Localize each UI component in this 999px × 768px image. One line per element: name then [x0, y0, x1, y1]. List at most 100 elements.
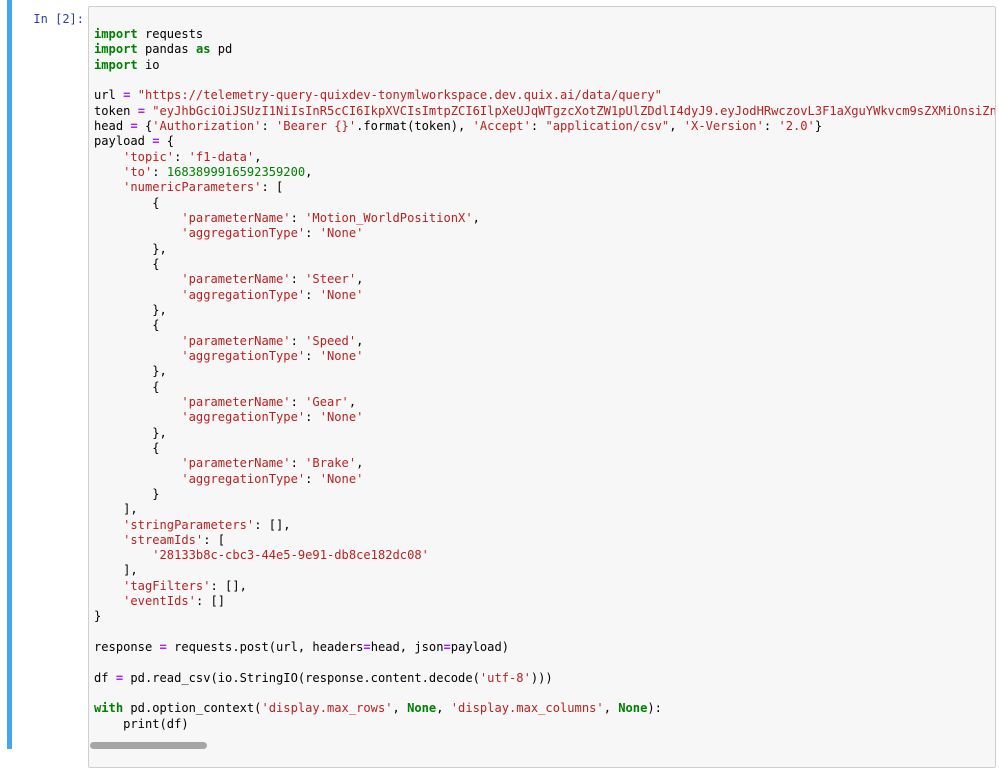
code-token: requests — [137, 27, 204, 41]
code-token-str: 'Gear' — [305, 394, 349, 409]
code-line: 'streamIds': [ — [94, 533, 995, 548]
code-token: payload — [94, 134, 153, 149]
code-line: { — [94, 318, 995, 333]
code-token: : — [305, 287, 320, 302]
code-token: .format(token), — [356, 118, 473, 133]
code-token: url — [94, 88, 124, 103]
code-token: } — [814, 118, 823, 133]
code-token-str: 'Steer' — [305, 272, 357, 287]
code-token: , — [603, 701, 619, 716]
code-token: : — [152, 164, 167, 179]
code-token-str: 'Authorization' — [152, 118, 262, 133]
code-token: : — [290, 333, 306, 348]
code-token-str: 'tagFilters' — [123, 578, 211, 593]
code-token: : — [174, 149, 189, 164]
code-token: : — [530, 118, 546, 133]
code-token-str: 'numericParameters' — [123, 180, 262, 195]
code-line: token = "eyJhbGciOiJSUzI1NiIsInR5cCI6Ikp… — [94, 103, 996, 119]
notebook-code-cell[interactable]: In [2]: import requests import pandas as … — [0, 0, 999, 768]
code-token-str: 'f1-data' — [188, 149, 255, 164]
code-token-str: 'parameterName' — [181, 333, 291, 348]
code-line: 'parameterName': 'Gear', — [94, 394, 995, 410]
code-line: 'aggregationType': 'None' — [94, 226, 995, 241]
code-token-str: '28133b8c-cbc3-44e5-9e91-db8ce182dc08' — [152, 548, 429, 563]
code-token: pd.read_csv(io.StringIO(response.content… — [123, 670, 480, 685]
code-token: : — [290, 272, 306, 287]
code-token-op: = — [152, 134, 160, 149]
code-token-str: 'parameterName' — [181, 272, 291, 287]
code-token: }, — [94, 302, 167, 317]
code-token-str: "application/csv" — [545, 118, 670, 133]
code-token: }, — [94, 425, 167, 440]
code-line: '28133b8c-cbc3-44e5-9e91-db8ce182dc08' — [94, 548, 995, 563]
code-token: : — [763, 118, 779, 133]
code-line: { — [94, 256, 995, 272]
code-token-str: 'Motion_WorldPositionX' — [305, 210, 473, 225]
code-token-kw: import — [94, 57, 138, 72]
code-line: { — [94, 195, 995, 211]
code-line: 'topic': 'f1-data', — [94, 149, 995, 165]
code-line: 'parameterName': 'Brake', — [94, 456, 995, 471]
code-token: }, — [94, 241, 167, 256]
code-token-str: 'None' — [319, 410, 364, 425]
code-token: : — [290, 394, 306, 409]
code-token: : [], — [210, 578, 247, 593]
code-line: head = {'Authorization': 'Bearer {}'.for… — [94, 118, 995, 134]
code-token-str: 'aggregationType' — [181, 287, 306, 302]
code-token-str: 'stringParameters' — [123, 517, 255, 532]
code-token-kw: import — [94, 42, 138, 57]
code-line: }, — [94, 364, 995, 379]
code-token-op: = — [363, 640, 371, 655]
code-token: pd — [210, 42, 233, 57]
code-token: io — [137, 57, 160, 72]
code-text[interactable]: import requests import pandas as pd import… — [94, 27, 996, 732]
code-token: { — [94, 256, 160, 271]
code-line: 'parameterName': 'Motion_WorldPositionX'… — [94, 210, 995, 226]
code-token-str: "eyJhbGciOiJSUzI1NiIsInR5cCI6IkpXVCIsImt… — [152, 103, 996, 118]
code-token: : — [290, 456, 306, 471]
code-line: 'eventIds': [] — [94, 594, 995, 609]
code-line: }, — [94, 241, 995, 257]
horizontal-scrollbar[interactable] — [90, 742, 207, 749]
code-token: (df) — [159, 716, 189, 731]
code-token: { — [94, 318, 160, 333]
code-token-str: "https://telemetry-query-quixdev-tonymlw… — [137, 88, 662, 103]
code-line: import pandas as pd — [94, 42, 995, 57]
code-token-str: '2.0' — [778, 118, 815, 133]
code-token: df — [94, 670, 116, 685]
code-token: head, json — [370, 640, 444, 655]
code-token: }, — [94, 364, 167, 379]
code-token: , — [472, 210, 480, 225]
code-line: 'stringParameters': [], — [94, 517, 995, 533]
code-line: ], — [94, 563, 995, 578]
code-line: { — [94, 379, 995, 395]
code-token-str: 'None' — [319, 348, 364, 363]
code-token: , — [348, 394, 357, 409]
code-token: : — [305, 226, 320, 241]
code-token: { — [94, 195, 160, 210]
code-token: print — [123, 716, 160, 731]
code-token-str: 'Brake' — [305, 456, 357, 471]
code-line: }, — [94, 425, 995, 441]
code-line: ], — [94, 502, 995, 517]
code-editor[interactable]: import requests import pandas as pd import… — [88, 6, 996, 768]
code-token-str: 'Speed' — [305, 333, 357, 348]
code-token-str: 'aggregationType' — [181, 226, 306, 241]
code-token-str: 'aggregationType' — [181, 410, 306, 425]
code-token: { — [94, 379, 160, 394]
code-token-str: 'utf-8' — [479, 670, 531, 685]
code-token-str: 'None' — [319, 226, 364, 241]
